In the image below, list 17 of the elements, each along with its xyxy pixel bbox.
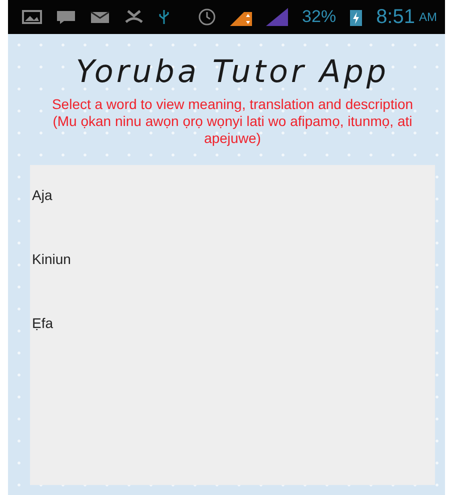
- word-list-item[interactable]: Kiniun: [30, 251, 435, 315]
- usb-icon: [158, 9, 170, 25]
- battery-percent: 32%: [302, 7, 336, 27]
- word-list-item[interactable]: Aja: [30, 187, 435, 251]
- alarm-icon: [198, 8, 216, 26]
- clock-meridiem: AM: [419, 10, 437, 24]
- signal-icon: [266, 8, 288, 26]
- message-icon: [56, 9, 76, 25]
- mail-icon: [90, 9, 110, 25]
- instruction-text: Select a word to view meaning, translation and description: [52, 96, 414, 113]
- app-title: Yoruba Tutor App: [76, 54, 390, 90]
- clock-time: 8:51: [376, 6, 415, 28]
- picture-icon: [22, 9, 42, 25]
- battery-icon: [350, 8, 362, 26]
- word-list-item[interactable]: Ẹfa: [30, 315, 435, 379]
- missed-call-icon: [124, 9, 144, 25]
- instruction-text: (Mu ọkan ninu awọn ọrọ wọnyi lati wo afipamọ, itunmọ, ati apejuwe): [52, 113, 414, 147]
